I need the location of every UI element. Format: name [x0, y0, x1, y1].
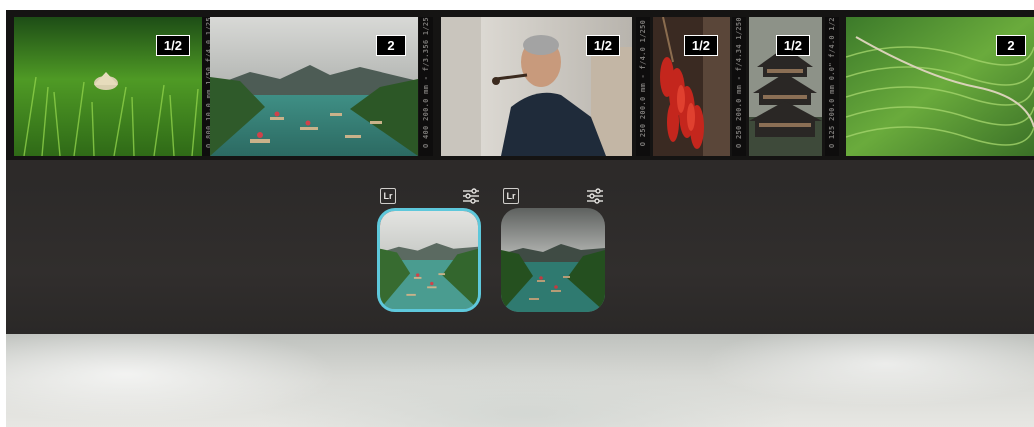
version-count-badge: 1/2 — [155, 35, 190, 56]
lightroom-source-badge: Lr — [380, 188, 396, 204]
version-count-badge: 1/2 — [585, 35, 620, 56]
film-sprocket-strip: O 400 200.0 mm - f/3.356 1/250 — [419, 17, 433, 156]
photo-browser: 1/2 O 800 10.0 mm 1/50 f/4.0 1/250 2 O 4… — [6, 10, 1034, 427]
filmstrip-thumb-pagoda[interactable]: 1/2 — [749, 17, 822, 156]
version-thumb-2[interactable] — [501, 208, 605, 312]
version-count-badge: 1/2 — [683, 35, 718, 56]
film-sprocket-strip: O 125 200.0 mm 0.0" f/4.0 1/250 — [825, 17, 839, 156]
filmstrip-thumb-chili-peppers[interactable]: 1/2 — [653, 17, 730, 156]
filmstrip-thumb-rice-field[interactable]: 1/2 — [14, 17, 202, 156]
filmstrip-thumb-river-boats[interactable]: 2 — [210, 17, 418, 156]
filmstrip: 1/2 O 800 10.0 mm 1/50 f/4.0 1/250 2 O 4… — [6, 10, 1034, 160]
photo-river-boats-edit — [380, 211, 478, 309]
filmstrip-divider — [6, 160, 1034, 180]
film-sprocket-strip: O 250 200.0 mm - f/4.34 1/250 — [732, 17, 746, 156]
filmstrip-thumb-terraced-hills[interactable]: 2 — [846, 17, 1034, 156]
filmstrip-thumb-old-man[interactable]: 1/2 — [441, 17, 632, 156]
version-picker: Lr Lr — [6, 180, 1034, 334]
film-sprocket-strip: O 250 200.0 mm - f/4.0 1/250 — [636, 17, 650, 156]
version-thumb-1[interactable] — [377, 208, 481, 312]
version-count-badge: 1/2 — [775, 35, 810, 56]
sliders-icon[interactable] — [586, 187, 604, 205]
background-image — [6, 334, 1034, 427]
sliders-icon[interactable] — [462, 187, 480, 205]
lightroom-source-badge: Lr — [503, 188, 519, 204]
version-count-badge: 2 — [996, 35, 1026, 56]
version-count-badge: 2 — [376, 35, 406, 56]
photo-river-boats-original — [501, 208, 605, 312]
